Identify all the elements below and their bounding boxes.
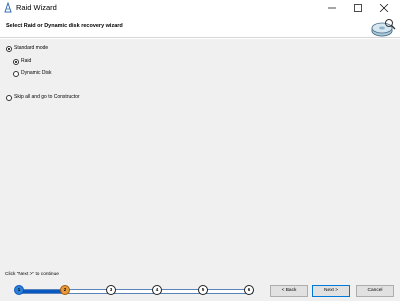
wizard-content (0, 39, 400, 280)
title-bar: Raid Wizard (0, 0, 400, 16)
skip-to-constructor-label: Skip all and go to Constructor (14, 94, 80, 100)
step-1: 1 (14, 285, 24, 295)
raid-option[interactable]: Raid (13, 57, 31, 66)
step-3-label: 3 (109, 287, 113, 292)
back-button[interactable]: < Back (270, 285, 308, 297)
wizard-progress-bar (19, 289, 253, 294)
raid-radio[interactable] (13, 58, 19, 65)
cancel-button[interactable]: Cancel (356, 285, 394, 297)
close-button[interactable] (371, 0, 397, 16)
standard-mode-radio[interactable] (6, 45, 12, 52)
step-2: 2 (60, 285, 70, 295)
close-icon (380, 4, 388, 12)
step-6: 6 (244, 285, 254, 295)
skip-to-constructor-option[interactable]: Skip all and go to Constructor (6, 93, 80, 102)
step-1-label: 1 (17, 287, 21, 292)
window-title: Raid Wizard (16, 3, 57, 12)
step-4-label: 4 (155, 287, 159, 292)
page-title: Select Raid or Dynamic disk recovery wiz… (6, 23, 123, 29)
dynamic-disk-label: Dynamic Disk (21, 70, 52, 76)
standard-mode-option[interactable]: Standard mode (6, 44, 48, 53)
dynamic-disk-radio[interactable] (13, 70, 19, 77)
step-5: 5 (198, 285, 208, 295)
step-3: 3 (106, 285, 116, 295)
minimize-icon (328, 7, 336, 9)
dynamic-disk-option[interactable]: Dynamic Disk (13, 69, 52, 78)
raid-label: Raid (21, 58, 32, 64)
maximize-button[interactable] (345, 0, 371, 16)
standard-mode-label: Standard mode (14, 45, 49, 51)
raid-wizard-app-icon (4, 2, 12, 13)
step-4: 4 (152, 285, 162, 295)
status-text: Click "Next >" to continue (5, 272, 59, 277)
step-5-label: 5 (201, 287, 205, 292)
minimize-button[interactable] (319, 0, 345, 16)
maximize-icon (354, 4, 362, 12)
next-button[interactable]: Next > (312, 285, 350, 297)
step-2-label: 2 (63, 287, 67, 292)
step-6-label: 6 (247, 287, 251, 292)
skip-to-constructor-radio[interactable] (6, 94, 12, 101)
wizard-header: Select Raid or Dynamic disk recovery wiz… (0, 16, 400, 38)
hard-disk-icon (371, 19, 396, 37)
